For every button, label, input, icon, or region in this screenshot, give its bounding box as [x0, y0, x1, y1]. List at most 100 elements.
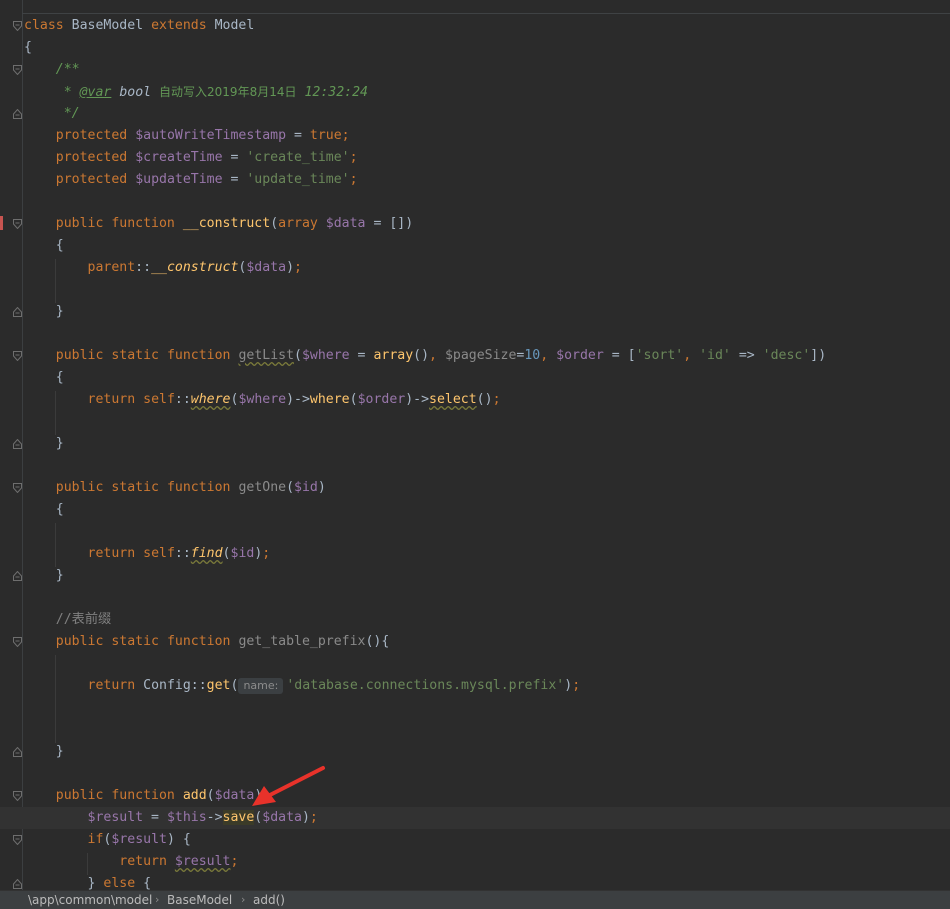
keyword: true — [309, 128, 342, 143]
code-line[interactable]: protected $autoWriteTimestamp = true; — [0, 125, 950, 147]
brace: { — [24, 40, 32, 55]
string-literal: 'database.connections.mysql.prefix' — [286, 678, 565, 693]
variable: $id — [230, 546, 255, 561]
method-call: save — [222, 810, 255, 825]
code-line[interactable]: class BaseModel extends Model — [0, 15, 950, 37]
brace: { — [55, 502, 64, 517]
doc-comment: */ — [55, 106, 80, 121]
parameter: $data — [214, 788, 255, 803]
fold-close-icon[interactable] — [13, 571, 22, 581]
fold-open-icon[interactable] — [13, 483, 22, 493]
keyword: class — [24, 18, 64, 33]
code-line[interactable]: //表前缀 — [0, 609, 950, 631]
code-line[interactable]: return self::where($where)->where($order… — [0, 389, 950, 411]
doc-type: bool — [119, 85, 152, 100]
doc-comment-text: 自动写入2019年8月14日 — [159, 85, 297, 99]
code-line[interactable]: return $result; — [0, 851, 950, 873]
code-editor[interactable]: class BaseModel extends Model { /** * @v… — [0, 0, 950, 890]
method-call: find — [190, 546, 223, 561]
code-line[interactable] — [0, 455, 950, 477]
keyword: protected — [55, 150, 128, 165]
breadcrumb-method[interactable]: add() — [253, 893, 285, 907]
parameter: $pageSize — [444, 348, 517, 363]
code-line[interactable] — [0, 279, 950, 301]
keyword: static — [111, 634, 159, 649]
code-line[interactable]: } else { — [0, 873, 950, 890]
code-line[interactable] — [0, 191, 950, 213]
code-line[interactable]: { — [0, 37, 950, 59]
keyword: function — [111, 788, 175, 803]
code-line[interactable]: return Config::get(name:'database.connec… — [0, 675, 950, 697]
variable: $data — [246, 260, 287, 275]
code-line[interactable]: protected $updateTime = 'update_time'; — [0, 169, 950, 191]
keyword: public — [55, 348, 104, 363]
variable: $order — [357, 392, 406, 407]
chevron-right-icon: › — [241, 893, 246, 906]
breadcrumb-class[interactable]: BaseModel — [167, 893, 232, 907]
doc-comment-time: 12:32:24 — [304, 85, 368, 100]
code-line[interactable]: protected $createTime = 'create_time'; — [0, 147, 950, 169]
code-line[interactable]: } — [0, 301, 950, 323]
fold-open-icon[interactable] — [13, 835, 22, 845]
code-line[interactable]: } — [0, 741, 950, 763]
keyword: if — [87, 832, 104, 847]
breadcrumb-bar: \app\common\model › BaseModel › add() — [0, 890, 950, 909]
code-line[interactable]: public function __construct(array $data … — [0, 213, 950, 235]
code-line[interactable]: if($result) { — [0, 829, 950, 851]
code-line[interactable]: } — [0, 433, 950, 455]
property-name: $updateTime — [135, 172, 223, 187]
fold-close-icon[interactable] — [13, 109, 22, 119]
fold-close-icon[interactable] — [13, 439, 22, 449]
fold-close-icon[interactable] — [13, 307, 22, 317]
code-line[interactable]: /** — [0, 59, 950, 81]
code-line[interactable]: public static function get_table_prefix(… — [0, 631, 950, 653]
keyword: public — [55, 216, 104, 231]
code-line[interactable] — [0, 521, 950, 543]
code-line[interactable] — [0, 587, 950, 609]
function-name: getOne — [238, 480, 287, 495]
code-line[interactable] — [0, 697, 950, 719]
fold-open-icon[interactable] — [13, 637, 22, 647]
code-line[interactable]: public function add($data) — [0, 785, 950, 807]
code-line[interactable]: } — [0, 565, 950, 587]
fold-open-icon[interactable] — [13, 65, 22, 75]
breadcrumb-namespace[interactable]: \app\common\model — [28, 893, 152, 907]
editor-top-divider — [22, 13, 950, 14]
code-line[interactable]: public static function getList($where = … — [0, 345, 950, 367]
fold-open-icon[interactable] — [13, 791, 22, 801]
code-line[interactable] — [0, 653, 950, 675]
code-line[interactable] — [0, 763, 950, 785]
code-line[interactable]: parent::__construct($data); — [0, 257, 950, 279]
fold-open-icon[interactable] — [13, 21, 22, 31]
brace: } — [55, 304, 64, 319]
string-literal: 'update_time' — [246, 172, 350, 187]
method-call: select — [429, 392, 477, 407]
code-line[interactable] — [0, 323, 950, 345]
class-name: BaseModel — [71, 18, 144, 33]
code-line[interactable] — [0, 411, 950, 433]
variable: $where — [238, 392, 287, 407]
function-name: __construct — [182, 216, 271, 231]
fold-close-icon[interactable] — [13, 747, 22, 757]
doc-comment: /** — [55, 62, 80, 77]
code-line[interactable] — [0, 719, 950, 741]
code-line[interactable]: public static function getOne($id) — [0, 477, 950, 499]
parameter: $id — [294, 480, 318, 495]
code-line[interactable]: { — [0, 499, 950, 521]
number-literal: 10 — [524, 348, 541, 363]
function-call: array — [373, 348, 414, 363]
string-literal: 'create_time' — [246, 150, 350, 165]
variable: $data — [262, 810, 302, 825]
chevron-right-icon: › — [155, 893, 160, 906]
code-line-current[interactable]: $result = $this->save($data); — [0, 807, 950, 829]
fold-open-icon[interactable] — [13, 351, 22, 361]
keyword: return — [119, 854, 167, 869]
code-line[interactable]: return self::find($id); — [0, 543, 950, 565]
fold-open-icon[interactable] — [13, 219, 22, 229]
keyword: public — [55, 634, 104, 649]
code-line[interactable]: * @var bool 自动写入2019年8月14日 12:32:24 — [0, 81, 950, 103]
code-line[interactable]: { — [0, 367, 950, 389]
code-line[interactable]: { — [0, 235, 950, 257]
code-line[interactable]: */ — [0, 103, 950, 125]
fold-close-icon[interactable] — [13, 879, 22, 889]
